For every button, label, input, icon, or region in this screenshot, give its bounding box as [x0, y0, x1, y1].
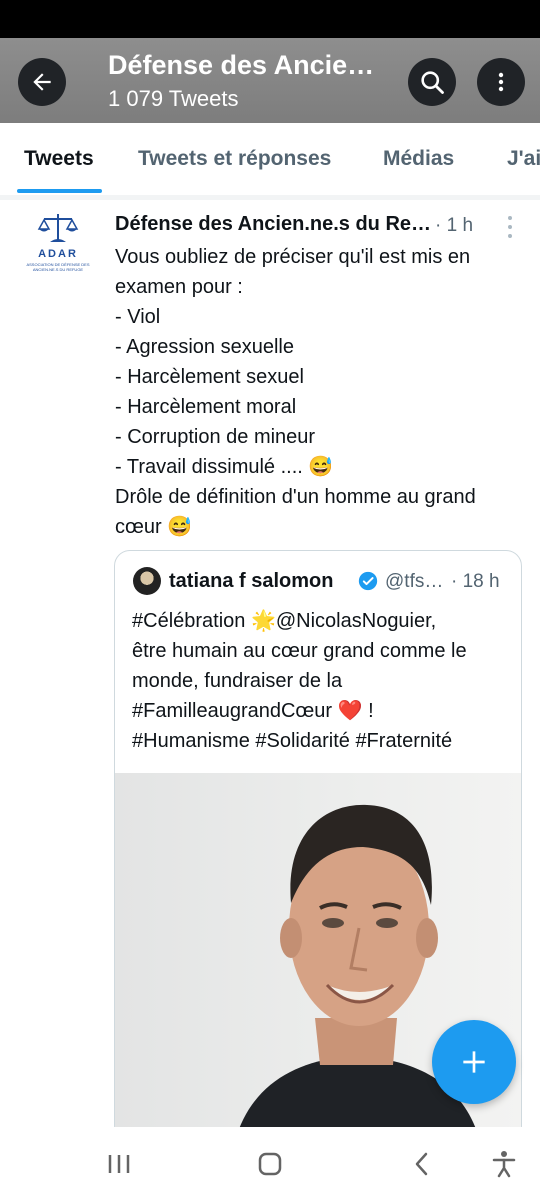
- quote-line: #Humanisme #Solidarité #Fraternité: [132, 730, 453, 752]
- quote-avatar: [133, 567, 161, 595]
- accessibility-icon: [492, 1151, 516, 1178]
- active-tab-indicator: [17, 189, 102, 193]
- tweet-more-icon[interactable]: [502, 214, 518, 240]
- more-options-button[interactable]: [477, 58, 525, 106]
- quote-text: #Célébration 🌟@NicolasNoguier, être huma…: [132, 606, 512, 756]
- arrow-left-icon: [33, 73, 51, 91]
- tweet-line: Vous oubliez de préciser qu'il est mis e…: [115, 246, 471, 268]
- plus-icon: [463, 1051, 485, 1073]
- tab-tweets-and-replies[interactable]: Tweets et réponses: [138, 147, 331, 171]
- tab-media[interactable]: Médias: [383, 147, 454, 171]
- search-button[interactable]: [408, 58, 456, 106]
- profile-tabs: Tweets Tweets et réponses Médias J'aime: [0, 123, 540, 196]
- back-chevron-icon: [415, 1152, 428, 1176]
- tweet-count: 1 079 Tweets: [108, 86, 239, 111]
- tab-likes[interactable]: J'aime: [507, 147, 540, 171]
- tweet-line: examen pour :: [115, 276, 243, 298]
- tweet-line: - Harcèlement sexuel: [115, 366, 304, 388]
- home-button[interactable]: [255, 1149, 285, 1179]
- profile-title: Défense des Ancien.ne.s du Refuge: [108, 50, 388, 80]
- avatar[interactable]: ADAR ASSOCIATION DE DÉFENSE DES ANCIEN.N…: [18, 212, 98, 292]
- system-navigation-bar: [0, 1127, 540, 1200]
- avatar-logo-text: ADAR: [38, 248, 78, 260]
- quote-line: #Célébration 🌟@NicolasNoguier,: [132, 610, 437, 632]
- quote-line: être humain au cœur grand comme le: [132, 640, 467, 662]
- more-vertical-icon: [498, 72, 504, 92]
- tweet-author[interactable]: Défense des Ancien.ne.s du Refuge: [115, 213, 433, 236]
- avatar-logo-subtext: ASSOCIATION DE DÉFENSE DES ANCIEN.NE.S D…: [26, 262, 90, 272]
- quote-time: · 18 h: [451, 571, 500, 592]
- profile-header: Défense des Ancien.ne.s du Refuge 1 079 …: [0, 38, 540, 123]
- tab-tweets[interactable]: Tweets: [24, 147, 94, 171]
- quote-handle: @tfsalomon: [385, 571, 445, 592]
- tweet-line: - Agression sexuelle: [115, 336, 294, 358]
- verified-badge-icon: [358, 571, 378, 591]
- quote-line: #FamilleaugrandCœur ❤️ !: [132, 700, 374, 722]
- tweet-line: - Harcèlement moral: [115, 396, 297, 418]
- recents-icon: [108, 1155, 130, 1173]
- divider: [0, 195, 540, 200]
- accessibility-button[interactable]: [489, 1149, 519, 1179]
- tweet-time: · 1 h: [435, 215, 474, 236]
- system-back-button[interactable]: [407, 1149, 437, 1179]
- quote-author: tatiana f salomon: [169, 570, 334, 592]
- status-bar: [0, 0, 540, 38]
- tweet-line: - Travail dissimulé .... 😅: [115, 456, 334, 478]
- tweet-line: - Corruption de mineur: [115, 426, 316, 448]
- tweet-line: Drôle de définition d'un homme au grand: [115, 486, 476, 508]
- scales-of-justice-icon: [37, 214, 79, 242]
- recents-button[interactable]: [104, 1149, 134, 1179]
- back-button[interactable]: [18, 58, 66, 106]
- quote-line: monde, fundraiser de la: [132, 670, 343, 692]
- tweet-line: cœur 😅: [115, 516, 193, 538]
- compose-tweet-button[interactable]: [432, 1020, 516, 1104]
- search-icon: [421, 71, 444, 94]
- home-icon: [258, 1152, 282, 1176]
- tweet-line: - Viol: [115, 306, 161, 328]
- tweet-text: Vous oubliez de préciser qu'il est mis e…: [115, 242, 530, 542]
